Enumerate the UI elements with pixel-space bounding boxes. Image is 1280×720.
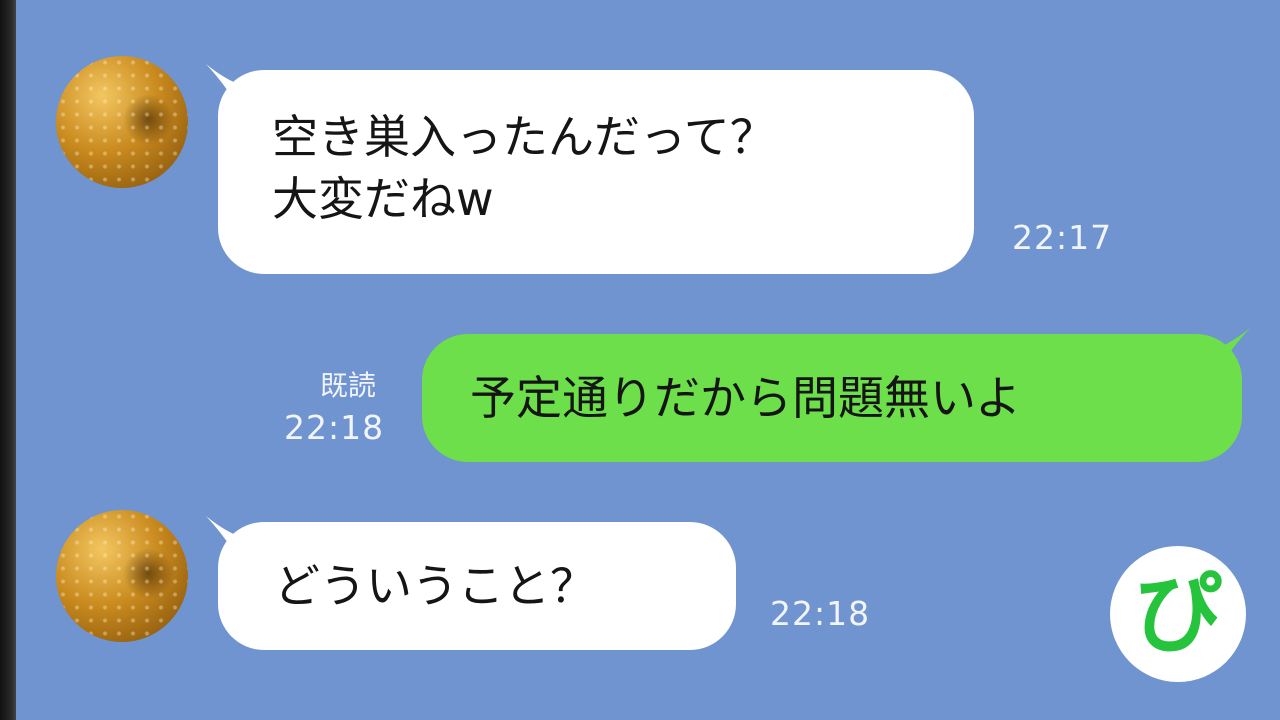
message-bubble-incoming[interactable]: どういうこと？ xyxy=(218,522,736,650)
contact-avatar[interactable] xyxy=(56,510,188,642)
message-line: どういうこと？ xyxy=(274,559,596,613)
message-line: 予定通りだから問題無いよ xyxy=(470,371,1022,425)
message-line: 空き巣入ったんだって？ xyxy=(272,110,776,164)
message-line: 大変だねw xyxy=(272,172,494,226)
channel-logo: ぴ xyxy=(1110,546,1246,682)
message-bubble-outgoing[interactable]: 予定通りだから問題無いよ xyxy=(422,334,1242,462)
read-receipt: 既読 xyxy=(320,369,377,402)
phone-bezel xyxy=(0,0,16,720)
message-time: 22:18 xyxy=(284,408,385,447)
message-bubble-incoming[interactable]: 空き巣入ったんだって？ 大変だねw xyxy=(218,70,974,274)
message-time: 22:18 xyxy=(770,594,871,633)
logo-character: ぴ xyxy=(1133,562,1222,665)
contact-avatar[interactable] xyxy=(56,56,188,188)
message-time: 22:17 xyxy=(1012,218,1113,257)
